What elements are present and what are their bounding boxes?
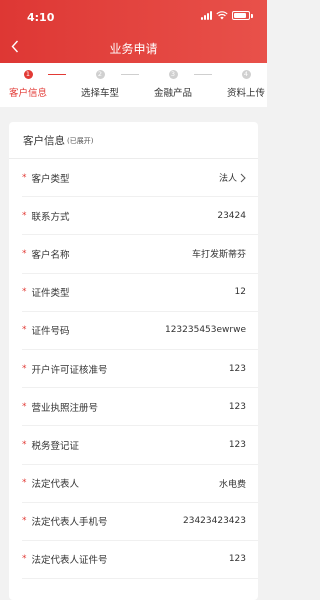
field-value-text: 123 [228, 363, 246, 374]
field-label-text: 证件类型 [31, 288, 70, 300]
field-value-text: 123 [228, 554, 246, 565]
required-mark: * [22, 172, 27, 183]
step-number: 2 [95, 70, 105, 79]
field-value: 法人 [219, 171, 246, 184]
form-row[interactable]: * 营业执照注册号 123 [22, 388, 258, 427]
form-row[interactable]: * 证件号码 123235453ewrwe [22, 312, 258, 350]
field-value: 水电费 [219, 477, 246, 490]
field-label-text: 联系方式 [31, 211, 70, 223]
field-label: * 法定代表人证件号 [22, 552, 108, 566]
field-value-text: 12 [234, 287, 246, 298]
status-bar: 4:10 [0, 0, 267, 30]
field-label-text: 营业执照注册号 [31, 402, 99, 414]
required-mark: * [22, 287, 27, 298]
form-row[interactable]: * 联系方式 23424 [22, 197, 258, 236]
step-connector [48, 74, 66, 75]
step-label: 客户信息 [8, 88, 47, 99]
signal-icon [201, 11, 212, 20]
required-mark: * [22, 325, 27, 336]
field-value-text: 123235453ewrwe [164, 325, 246, 336]
step-label: 金融产品 [153, 88, 192, 99]
field-label: * 客户类型 [22, 171, 70, 185]
step-number: 4 [241, 70, 251, 79]
required-mark: * [22, 554, 27, 565]
field-value: 23424 [217, 211, 246, 221]
app-header: 4:10 业务申请 [0, 0, 267, 63]
field-label-text: 证件号码 [31, 326, 70, 338]
card-title: 客户信息 [23, 134, 65, 147]
field-label: * 开户许可证核准号 [22, 362, 108, 376]
field-label-text: 税务登记证 [31, 440, 80, 452]
card-header[interactable]: 客户信息 (已展开) [9, 122, 258, 159]
field-value: 车打发斯蒂芬 [192, 247, 246, 260]
field-value: 12 [235, 287, 246, 297]
form-row[interactable]: * 法定代表人手机号 23423423423 [22, 503, 258, 541]
step-upload-docs[interactable]: 4 资料上传 [221, 70, 271, 99]
field-value-text: 法人 [218, 174, 237, 185]
field-value: 123 [229, 440, 246, 450]
field-label-text: 法定代表人 [31, 479, 80, 491]
field-value: 123 [229, 364, 246, 374]
required-mark: * [22, 210, 27, 221]
field-value: 123 [229, 402, 246, 412]
form-row[interactable]: * 法定代表人 水电费 [22, 465, 258, 503]
field-label: * 客户名称 [22, 247, 70, 261]
step-finance-product[interactable]: 3 金融产品 [148, 70, 198, 99]
field-value-text: 123 [228, 439, 246, 450]
field-value-text: 车打发斯蒂芬 [191, 250, 246, 261]
field-label-text: 法定代表人手机号 [31, 517, 108, 529]
field-label-text: 客户名称 [31, 249, 70, 261]
required-mark: * [22, 401, 27, 412]
step-number: 3 [168, 70, 178, 79]
required-mark: * [22, 439, 27, 450]
field-label: * 证件号码 [22, 323, 70, 337]
field-value: 123235453ewrwe [165, 325, 246, 335]
field-value-text: 水电费 [218, 479, 246, 490]
page-title: 业务申请 [109, 42, 158, 56]
step-number: 1 [23, 70, 33, 79]
step-customer-info[interactable]: 1 客户信息 [3, 70, 53, 99]
form-row[interactable]: * 客户名称 车打发斯蒂芬 [22, 235, 258, 274]
field-label: * 证件类型 [22, 285, 70, 299]
chevron-right-icon [240, 173, 246, 182]
battery-icon [232, 11, 250, 20]
field-label-text: 客户类型 [31, 173, 70, 185]
field-value: 23423423423 [183, 516, 246, 526]
battery-tip [251, 13, 253, 18]
form-row[interactable]: * 证件类型 12 [22, 274, 258, 312]
field-label-text: 法定代表人证件号 [31, 555, 108, 567]
field-label: * 营业执照注册号 [22, 400, 98, 414]
form-rows: * 客户类型 法人 * 联系方式 23424 * 客户名称 车打发斯蒂芬 * 证件类型 12 * 证件号码… [9, 159, 258, 580]
required-mark: * [22, 363, 27, 374]
field-label: * 法定代表人手机号 [22, 514, 108, 528]
step-select-model[interactable]: 2 选择车型 [75, 70, 125, 99]
form-row[interactable]: * 法定代表人证件号 123 [22, 541, 258, 580]
status-icons [201, 11, 253, 20]
step-connector [121, 74, 139, 75]
field-value-text: 123 [228, 401, 246, 412]
required-mark: * [22, 248, 27, 259]
step-label: 选择车型 [80, 88, 119, 99]
wifi-icon [216, 11, 228, 20]
field-value-text: 23424 [217, 210, 246, 221]
required-mark: * [22, 478, 27, 489]
card-subtitle: (已展开) [67, 137, 94, 145]
step-progress: 1 客户信息 2 选择车型 3 金融产品 4 资料上传 [0, 63, 267, 107]
required-mark: * [22, 516, 27, 527]
step-connector [194, 74, 212, 75]
field-label-text: 开户许可证核准号 [31, 364, 108, 376]
field-value: 123 [229, 554, 246, 564]
form-row[interactable]: * 客户类型 法人 [22, 159, 258, 198]
field-label: * 联系方式 [22, 209, 70, 223]
customer-info-card: 客户信息 (已展开) * 客户类型 法人 * 联系方式 23424 * 客户名称 车打发斯蒂芬 *… [9, 122, 258, 600]
step-label: 资料上传 [226, 88, 265, 99]
form-row[interactable]: * 开户许可证核准号 123 [22, 350, 258, 389]
form-row[interactable]: * 税务登记证 123 [22, 426, 258, 465]
field-value-text: 23423423423 [183, 516, 246, 527]
status-time: 4:10 [27, 11, 55, 24]
field-label: * 税务登记证 [22, 438, 79, 452]
field-label: * 法定代表人 [22, 476, 79, 490]
